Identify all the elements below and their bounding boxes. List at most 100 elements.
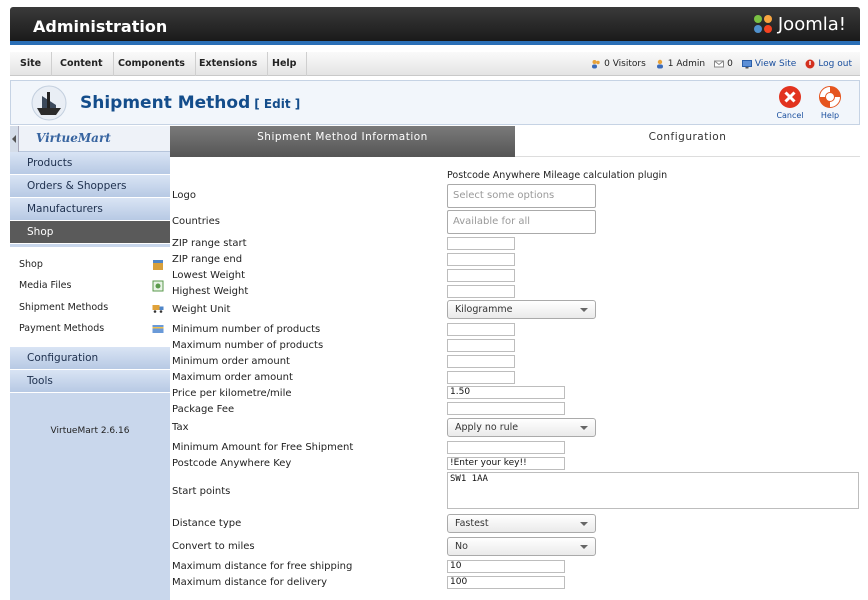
tab-shipment-method-information[interactable]: Shipment Method Information [170, 126, 515, 157]
plugin-name: Postcode Anywhere Mileage calculation pl… [447, 170, 668, 181]
virtuemart-version: VirtueMart 2.6.16 [50, 426, 130, 436]
pa-key-input[interactable]: !Enter your key!! [447, 457, 565, 470]
monitor-icon [741, 60, 752, 69]
zip-end-label: ZIP range end [172, 254, 243, 265]
min-free-shipment-input[interactable] [447, 441, 565, 454]
package-fee-input[interactable] [447, 402, 565, 415]
cancel-button[interactable]: Cancel [771, 85, 809, 123]
min-order-label: Minimum order amount [172, 356, 290, 367]
toolbar: Shipment Method[ Edit ] Cancel Help [10, 80, 860, 125]
tax-label: Tax [172, 422, 189, 433]
sub-item-payment-methods[interactable]: Payment Methods [19, 320, 164, 338]
logout-link[interactable]: Log out [805, 59, 852, 69]
messages-count: 0 [727, 59, 733, 69]
cancel-label: Cancel [776, 111, 804, 120]
min-order-input[interactable] [447, 355, 515, 368]
min-products-label: Minimum number of products [172, 324, 321, 335]
admin-user-icon [656, 59, 663, 69]
price-per-km-input[interactable]: 1.50 [447, 386, 565, 399]
ship-icon [31, 85, 67, 121]
virtuemart-logo: VirtueMart [10, 126, 170, 152]
tab-bar: Shipment Method Information Configuratio… [170, 126, 860, 157]
max-free-distance-input[interactable]: 10 [447, 560, 565, 573]
logo-multiselect[interactable]: Select some options [447, 184, 596, 208]
menu-extensions[interactable]: Extensions [189, 52, 269, 76]
countries-multiselect[interactable]: Available for all [447, 210, 596, 234]
shop-icon [153, 260, 163, 270]
countries-label: Countries [172, 216, 220, 227]
visitors-status: 0 Visitors [591, 59, 646, 69]
sidebar-item-manufacturers[interactable]: Manufacturers [10, 198, 170, 221]
view-site-text: View Site [754, 59, 797, 69]
zip-end-input[interactable] [447, 253, 515, 266]
page-subtitle: [ Edit ] [254, 97, 301, 111]
max-products-input[interactable] [447, 339, 515, 352]
power-icon [805, 59, 815, 69]
highest-weight-input[interactable] [447, 285, 515, 298]
start-points-label: Start points [172, 486, 231, 497]
sidebar-item-configuration[interactable]: Configuration [10, 347, 170, 370]
sub-item-shop-label: Shop [19, 259, 43, 270]
min-free-shipment-label: Minimum Amount for Free Shipment [172, 442, 354, 453]
sidebar-item-orders-shoppers[interactable]: Orders & Shoppers [10, 175, 170, 198]
max-order-input[interactable] [447, 371, 515, 384]
mail-icon [714, 60, 725, 68]
menu-help[interactable]: Help [262, 52, 308, 76]
virtuemart-logo-text: VirtueMart [36, 131, 111, 145]
highest-weight-label: Highest Weight [172, 286, 249, 297]
pa-key-label: Postcode Anywhere Key [172, 458, 292, 469]
joomla-brand-text: Joomla! [777, 13, 846, 35]
max-products-label: Maximum number of products [172, 340, 324, 351]
truck-icon [152, 305, 164, 313]
page-title-text: Shipment Method [80, 93, 251, 113]
main-menu: Site Content Components Extensions Help … [10, 52, 860, 76]
sidebar-item-products[interactable]: Products [10, 152, 170, 175]
convert-miles-label: Convert to miles [172, 541, 255, 552]
max-order-label: Maximum order amount [172, 372, 293, 383]
weight-unit-select[interactable]: Kilogramme [447, 300, 596, 319]
sub-item-shop[interactable]: Shop [19, 256, 164, 274]
zip-start-label: ZIP range start [172, 238, 247, 249]
menu-content[interactable]: Content [50, 52, 114, 76]
joomla-logo[interactable]: Joomla! [752, 13, 846, 35]
menu-components[interactable]: Components [108, 52, 196, 76]
media-icon [152, 280, 164, 292]
admins-status: 1 Admin [655, 59, 705, 69]
sub-item-shipment-methods[interactable]: Shipment Methods [19, 299, 164, 317]
convert-miles-select[interactable]: No [447, 537, 596, 556]
tab-configuration[interactable]: Configuration [515, 126, 860, 157]
cancel-icon [779, 86, 801, 108]
sub-item-media-files[interactable]: Media Files [19, 277, 164, 295]
max-free-distance-label: Maximum distance for free shipping [172, 561, 353, 572]
start-points-textarea[interactable]: SW1 1AA [447, 472, 859, 509]
sidebar: VirtueMart Products Orders & Shoppers Ma… [10, 126, 170, 600]
sub-item-media-label: Media Files [19, 280, 72, 291]
collapse-sidebar-toggle[interactable] [10, 126, 19, 152]
lowest-weight-input[interactable] [447, 269, 515, 282]
logout-text: Log out [818, 59, 852, 69]
menu-site[interactable]: Site [10, 52, 53, 76]
sidebar-item-tools[interactable]: Tools [10, 370, 170, 393]
sub-item-payment-label: Payment Methods [19, 323, 105, 334]
help-button[interactable]: Help [811, 85, 849, 123]
users-icon [592, 60, 600, 69]
distance-type-label: Distance type [172, 518, 242, 529]
tax-select[interactable]: Apply no rule [447, 418, 596, 437]
visitors-text: 0 Visitors [604, 59, 646, 69]
max-delivery-distance-input[interactable]: 100 [447, 576, 565, 589]
distance-type-select[interactable]: Fastest [447, 514, 596, 533]
joomla-icon [753, 15, 772, 33]
view-site-link[interactable]: View Site [741, 59, 797, 69]
zip-start-input[interactable] [447, 237, 515, 250]
lowest-weight-label: Lowest Weight [172, 270, 245, 281]
payment-icon [152, 325, 164, 333]
admin-header: Administration Joomla! [10, 7, 860, 45]
page-title: Shipment Method[ Edit ] [80, 93, 300, 113]
sidebar-item-shop[interactable]: Shop [10, 221, 170, 244]
admins-text: 1 Admin [667, 59, 706, 69]
price-per-km-label: Price per kilometre/mile [172, 388, 292, 399]
max-delivery-distance-label: Maximum distance for delivery [172, 577, 328, 588]
messages-status[interactable]: 0 [714, 59, 733, 69]
min-products-input[interactable] [447, 323, 515, 336]
help-label: Help [820, 111, 840, 120]
